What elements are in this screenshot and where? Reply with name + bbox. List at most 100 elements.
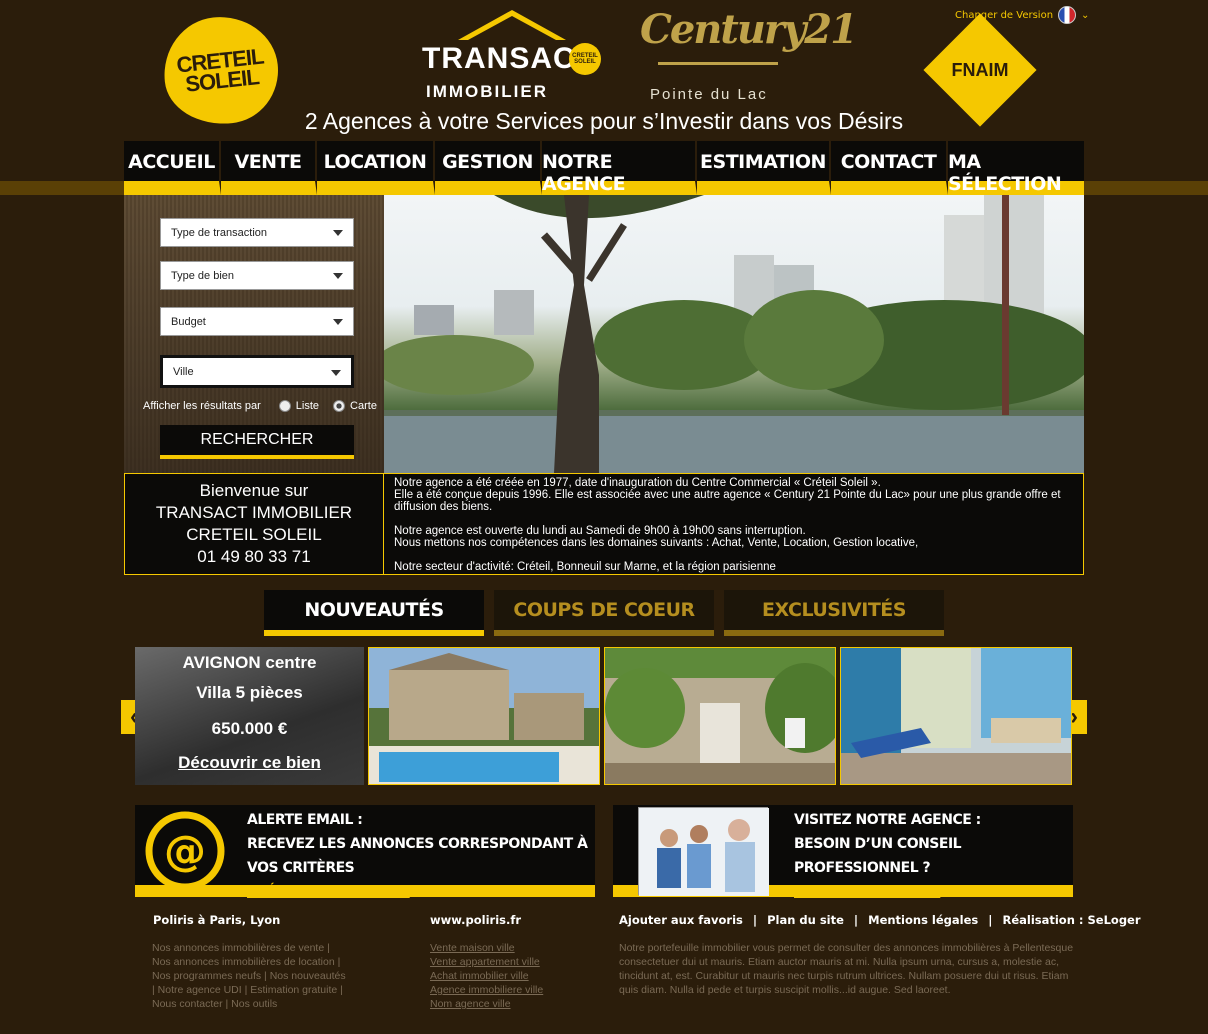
footer-link[interactable]: Nos annonces immobilières de location | — [152, 955, 382, 969]
separator: | — [752, 913, 758, 927]
display-mode-label: Afficher les résultats par — [143, 400, 261, 412]
city-select[interactable]: Ville — [160, 355, 354, 388]
roof-icon — [458, 10, 566, 40]
property-type-select[interactable]: Type de bien — [160, 261, 354, 290]
featured-cta-link[interactable]: Découvrir ce bien — [135, 753, 364, 773]
radio-map[interactable] — [333, 400, 346, 412]
push-door-link[interactable]: POUSSER LA PORTE — [794, 880, 1073, 904]
chevron-down-icon[interactable]: ⌄ — [1081, 10, 1089, 21]
visit-agency-title: VISITEZ NOTRE AGENCE : — [794, 812, 981, 828]
transact-subtitle: IMMOBILIER — [426, 82, 548, 101]
about-paragraph: Notre agence est ouverte du lundi au Sam… — [394, 525, 806, 537]
footer-link[interactable]: Achat immobilier ville — [430, 969, 600, 983]
footer-utility-links: Ajouter aux favoris | Plan du site | Menti… — [619, 913, 1141, 927]
welcome-agency-name: TRANSACT IMMOBILIER — [155, 503, 353, 522]
footer-link[interactable]: Nous contacter | Nos outils — [152, 997, 382, 1011]
sitemap-link[interactable]: Plan du site — [767, 913, 844, 927]
welcome-box: Bienvenue sur TRANSACT IMMOBILIER CRETEI… — [124, 473, 384, 575]
dropdown-arrow-icon — [333, 319, 343, 325]
footer-col1: Nos annonces immobilières de vente | Nos… — [152, 941, 382, 1011]
footer-link[interactable]: Nos programmes neufs | Nos nouveautés — [152, 969, 382, 983]
transact-logo[interactable]: TRANSACT CRETEIL SOLEIL IMMOBILIER — [420, 10, 605, 105]
svg-text:@: @ — [164, 826, 206, 875]
separator: | — [853, 913, 859, 927]
about-paragraph: Notre agence a été créée en 1977, date d… — [394, 477, 881, 489]
nav-gestion[interactable]: GESTION — [435, 141, 542, 195]
about-text: Notre agence a été créée en 1977, date d… — [384, 473, 1084, 575]
fnaim-label: FNAIM — [951, 60, 1009, 80]
city-value: Ville — [173, 365, 194, 378]
at-sign-icon: @ — [145, 811, 225, 891]
agency-team-photo — [638, 807, 769, 896]
stone-house-photo — [605, 648, 835, 784]
nav-accueil[interactable]: ACCUEIL — [124, 141, 221, 195]
visit-agency-banner[interactable]: VISITEZ NOTRE AGENCE : BESOIN D’UN CONSE… — [613, 805, 1073, 900]
century21-logo[interactable]: Century21 Pointe du Lac — [638, 6, 858, 104]
nav-location[interactable]: LOCATION — [317, 141, 435, 195]
visit-agency-subtitle: BESOIN D’UN CONSEIL PROFESSIONNEL ? — [794, 836, 962, 876]
footer-link[interactable]: Nos annonces immobilières de vente | — [152, 941, 382, 955]
nav-ma-selection[interactable]: MA SÉLECTION — [948, 141, 1084, 195]
featured-type: Villa 5 pièces — [196, 683, 303, 702]
search-button[interactable]: RECHERCHER — [160, 425, 354, 459]
footer-link[interactable]: Vente appartement ville — [430, 955, 600, 969]
logo-word-2: SOLEIL — [184, 63, 260, 97]
property-type-value: Type de bien — [171, 269, 234, 282]
transaction-select[interactable]: Type de transaction — [160, 218, 354, 247]
listing-thumbnail[interactable] — [368, 647, 600, 785]
footer-link[interactable]: Nom agence ville — [430, 997, 600, 1011]
dropdown-arrow-icon — [333, 230, 343, 236]
credits-link[interactable]: Réalisation : SeLoger — [1002, 913, 1140, 927]
tab-coups-de-coeur[interactable]: COUPS DE COEUR — [494, 590, 714, 636]
email-alert-subtitle: RECEVEZ LES ANNONCES CORRESPONDANT À VOS… — [247, 836, 588, 876]
legal-link[interactable]: Mentions légales — [868, 913, 978, 927]
radio-map-label: Carte — [350, 400, 377, 412]
nav-contact[interactable]: CONTACT — [831, 141, 948, 195]
transaction-select-value: Type de transaction — [171, 226, 268, 239]
budget-select[interactable]: Budget — [160, 307, 354, 336]
featured-listing[interactable]: AVIGNON centre Villa 5 pièces 650.000 € … — [135, 647, 364, 785]
transact-badge: CRETEIL SOLEIL — [569, 43, 601, 75]
century21-subtitle: Pointe du Lac — [650, 86, 768, 103]
footer-col1-title: Poliris à Paris, Lyon — [153, 913, 281, 927]
main-nav: ACCUEIL VENTE LOCATION GESTION NOTRE AGE… — [124, 141, 1084, 195]
about-paragraph: Notre secteur d'activité: Créteil, Bonne… — [394, 561, 776, 573]
create-alert-link[interactable]: CRÉER VOTRE ALERTE — [247, 880, 595, 904]
nav-notre-agence[interactable]: NOTRE AGENCE — [542, 141, 697, 195]
add-favorites-link[interactable]: Ajouter aux favoris — [619, 913, 743, 927]
villa-pool-photo — [369, 648, 599, 784]
nav-estimation[interactable]: ESTIMATION — [697, 141, 831, 195]
search-panel: Type de transaction Type de bien Budget … — [124, 195, 384, 473]
about-paragraph: Elle a été conçue depuis 1996. Elle est … — [394, 489, 1061, 513]
hero-photo — [384, 195, 1084, 473]
footer-col2-title[interactable]: www.poliris.fr — [430, 913, 521, 927]
century21-wordmark: Century21 — [640, 6, 858, 53]
radio-list[interactable] — [278, 400, 291, 412]
separator: | — [988, 913, 993, 927]
tagline: 2 Agences à votre Services pour s’Invest… — [304, 108, 904, 134]
display-mode: Afficher les résultats par Liste Carte — [143, 400, 377, 412]
footer-description: Notre portefeuille immobilier vous perme… — [619, 942, 1074, 996]
featured-price: 650.000 € — [211, 719, 288, 738]
footer-link[interactable]: Vente maison ville — [430, 941, 600, 955]
featured-city: AVIGNON centre — [182, 653, 317, 672]
dropdown-arrow-icon — [333, 273, 343, 279]
nav-vente[interactable]: VENTE — [221, 141, 317, 195]
footer-link[interactable]: Agence immobiliere ville — [430, 983, 600, 997]
budget-value: Budget — [171, 315, 206, 328]
email-alert-banner[interactable]: @ ALERTE EMAIL : RECEVEZ LES ANNONCES CO… — [135, 805, 595, 900]
welcome-phone[interactable]: 01 49 80 33 71 — [125, 546, 383, 568]
about-paragraph: Nous mettons nos compétences dans les do… — [394, 537, 919, 549]
listing-thumbnail[interactable] — [840, 647, 1072, 785]
tab-exclusivites[interactable]: EXCLUSIVITÉS — [724, 590, 944, 636]
listing-thumbnail[interactable] — [604, 647, 836, 785]
welcome-location: CRETEIL SOLEIL — [186, 525, 322, 544]
france-flag-icon[interactable] — [1058, 6, 1077, 24]
dropdown-arrow-icon — [331, 370, 341, 376]
footer-link[interactable]: | Notre agence UDI | Estimation gratuite… — [152, 983, 382, 997]
footer-col2: Vente maison ville Vente appartement vil… — [430, 941, 600, 1011]
tab-nouveautes[interactable]: NOUVEAUTÉS — [264, 590, 484, 636]
lake-scene-illustration — [384, 195, 1084, 473]
welcome-line-1: Bienvenue sur — [199, 481, 309, 500]
house-line-icon — [658, 62, 778, 80]
